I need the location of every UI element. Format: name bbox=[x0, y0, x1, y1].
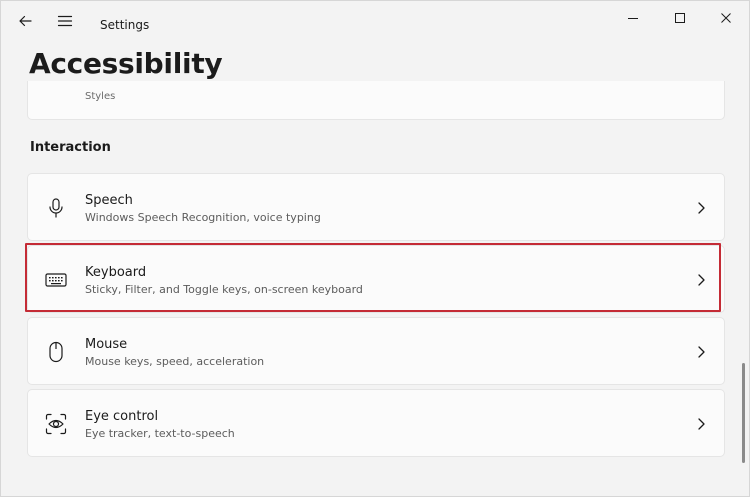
setting-description: Eye tracker, text-to-speech bbox=[85, 427, 235, 440]
settings-window: Settings Accessibility Styles Interactio… bbox=[0, 0, 750, 497]
setting-item-mouse[interactable]: Mouse Mouse keys, speed, acceleration bbox=[27, 317, 725, 385]
setting-description: Windows Speech Recognition, voice typing bbox=[85, 211, 321, 224]
close-icon bbox=[721, 13, 731, 23]
setting-item-speech[interactable]: Speech Windows Speech Recognition, voice… bbox=[27, 173, 725, 241]
setting-title: Eye control bbox=[85, 409, 159, 424]
vertical-scrollbar[interactable] bbox=[742, 363, 745, 463]
chevron-right-icon bbox=[694, 200, 708, 216]
back-button[interactable] bbox=[7, 5, 43, 37]
mouse-icon bbox=[42, 338, 70, 366]
highlight-outline bbox=[25, 243, 721, 312]
partial-setting-card[interactable]: Styles bbox=[27, 81, 725, 120]
navigation-menu-button[interactable] bbox=[47, 5, 83, 37]
setting-description: Mouse keys, speed, acceleration bbox=[85, 355, 265, 368]
section-header-interaction: Interaction bbox=[30, 140, 111, 155]
page-title: Accessibility bbox=[29, 47, 223, 80]
setting-item-eye-control[interactable]: Eye control Eye tracker, text-to-speech bbox=[27, 389, 725, 457]
maximize-button[interactable] bbox=[657, 1, 703, 35]
maximize-icon bbox=[675, 13, 685, 23]
close-button[interactable] bbox=[703, 1, 749, 35]
chevron-right-icon bbox=[694, 416, 708, 432]
microphone-icon bbox=[42, 194, 70, 222]
setting-title: Mouse bbox=[85, 337, 128, 352]
eye-control-icon bbox=[42, 410, 70, 438]
chevron-right-icon bbox=[694, 344, 708, 360]
hamburger-menu-icon bbox=[57, 15, 73, 27]
minimize-button[interactable] bbox=[610, 1, 656, 35]
back-arrow-icon bbox=[19, 15, 32, 27]
partial-setting-description: Styles bbox=[85, 91, 116, 102]
setting-title: Speech bbox=[85, 193, 133, 208]
app-title: Settings bbox=[100, 18, 150, 32]
minimize-icon bbox=[628, 18, 638, 19]
title-bar: Settings bbox=[1, 1, 749, 41]
